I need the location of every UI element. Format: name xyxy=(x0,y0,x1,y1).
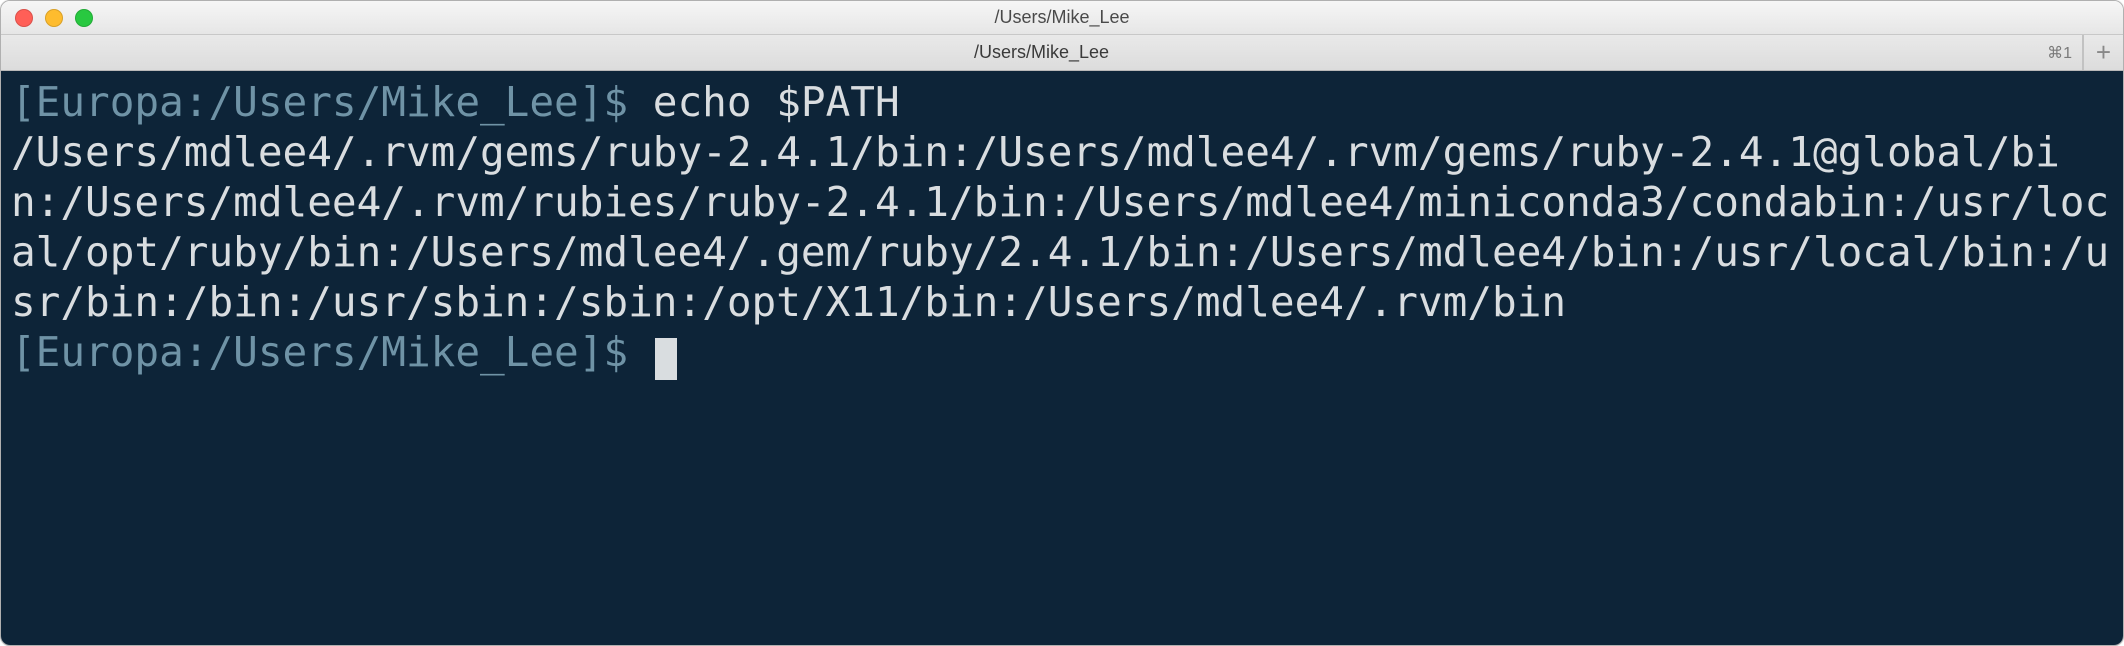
titlebar[interactable]: /Users/Mike_Lee xyxy=(1,1,2123,35)
zoom-icon[interactable] xyxy=(75,9,93,27)
minimize-icon[interactable] xyxy=(45,9,63,27)
cursor-icon xyxy=(655,338,677,380)
window-title: /Users/Mike_Lee xyxy=(1,7,2123,28)
tab-label: /Users/Mike_Lee xyxy=(974,42,1109,63)
new-tab-button[interactable]: + xyxy=(2083,35,2123,70)
shell-prompt: [Europa:/Users/Mike_Lee]$ xyxy=(11,78,653,126)
close-icon[interactable] xyxy=(15,9,33,27)
tab-1[interactable]: /Users/Mike_Lee ⌘1 xyxy=(1,35,2083,70)
command-text: echo $PATH xyxy=(653,78,900,126)
terminal-pane[interactable]: [Europa:/Users/Mike_Lee]$ echo $PATH /Us… xyxy=(1,71,2123,645)
shell-prompt: [Europa:/Users/Mike_Lee]$ xyxy=(11,328,653,376)
tab-shortcut: ⌘1 xyxy=(2047,43,2072,63)
plus-icon: + xyxy=(2096,37,2111,68)
command-output: /Users/mdlee4/.rvm/gems/ruby-2.4.1/bin:/… xyxy=(11,128,2109,326)
traffic-lights xyxy=(1,9,93,27)
tabbar: /Users/Mike_Lee ⌘1 + xyxy=(1,35,2123,71)
terminal-window: /Users/Mike_Lee /Users/Mike_Lee ⌘1 + [Eu… xyxy=(0,0,2124,646)
